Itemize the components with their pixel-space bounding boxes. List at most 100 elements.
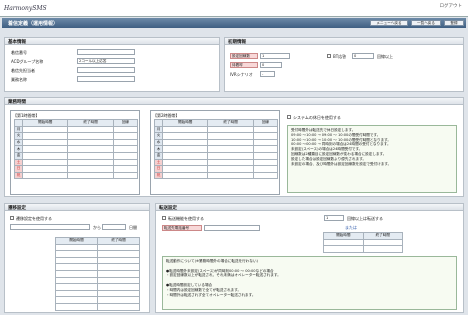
time-cell[interactable] — [207, 171, 254, 180]
forward-dest-input[interactable] — [204, 225, 260, 231]
time-cell[interactable] — [112, 145, 139, 153]
back-to-menu-button[interactable]: メニューへ戻る — [370, 20, 408, 26]
transfer-start-input[interactable] — [10, 224, 90, 230]
time-cell[interactable] — [21, 171, 69, 180]
time-cell[interactable] — [252, 171, 279, 180]
time-cell[interactable] — [55, 296, 98, 304]
time-cell[interactable] — [323, 245, 364, 253]
bt-checkbox[interactable] — [327, 54, 331, 58]
time-cell[interactable] — [55, 243, 98, 252]
time-cell[interactable] — [112, 132, 139, 140]
time-cell[interactable] — [55, 276, 98, 285]
time-cell[interactable] — [112, 138, 139, 147]
time-cell[interactable] — [97, 263, 140, 271]
time-cell[interactable] — [21, 125, 69, 134]
bt-input[interactable]: 0 — [352, 53, 374, 59]
time-cell[interactable] — [97, 296, 140, 304]
time-cell[interactable] — [252, 165, 279, 173]
time-cell[interactable] — [112, 158, 139, 167]
register-button[interactable]: 登録 — [444, 20, 464, 26]
time-cell[interactable] — [112, 171, 139, 180]
time-cell[interactable] — [67, 145, 114, 153]
time-cell[interactable] — [112, 125, 139, 134]
time-cell[interactable] — [67, 158, 114, 167]
time-cell[interactable] — [55, 283, 98, 291]
back-to-list-button[interactable]: 一覧へ戻る — [411, 20, 441, 26]
table-row: 水 — [14, 138, 139, 147]
time-cell[interactable] — [21, 138, 69, 147]
time-cell[interactable] — [207, 165, 254, 173]
time-cell[interactable] — [362, 238, 403, 247]
time-cell[interactable] — [161, 138, 209, 147]
time-cell[interactable] — [161, 132, 209, 140]
time-cell[interactable] — [97, 250, 140, 258]
threshold-input[interactable]: 1 — [260, 53, 290, 59]
time-cell[interactable] — [252, 158, 279, 167]
time-cell[interactable] — [67, 132, 114, 140]
time-cell[interactable] — [161, 165, 209, 173]
time-cell[interactable] — [161, 125, 209, 134]
time-cell[interactable] — [97, 243, 140, 252]
time-cell[interactable] — [67, 151, 114, 160]
system-holiday-checkbox[interactable] — [287, 115, 291, 119]
time-cell[interactable] — [112, 151, 139, 160]
phone-input[interactable] — [77, 49, 135, 55]
day-label: 金 — [154, 151, 163, 160]
time-cell[interactable] — [161, 171, 209, 180]
forward-checkbox[interactable] — [162, 216, 166, 220]
time-cell[interactable] — [21, 151, 69, 160]
time-cell[interactable] — [21, 165, 69, 173]
time-cell[interactable] — [21, 145, 69, 153]
time-cell[interactable] — [67, 171, 114, 180]
time-cell[interactable] — [112, 165, 139, 173]
acd-select[interactable]: 2コール以上応答 — [77, 58, 135, 64]
time-cell[interactable] — [67, 138, 114, 147]
time-cell[interactable] — [67, 125, 114, 134]
time-cell[interactable] — [21, 158, 69, 167]
time-cell[interactable] — [55, 250, 98, 258]
time-cell[interactable] — [161, 151, 209, 160]
table-row: 木 — [14, 145, 139, 153]
time-cell[interactable] — [207, 138, 254, 147]
transfer-checkbox[interactable] — [10, 216, 14, 220]
time-cell[interactable] — [55, 289, 98, 298]
time-cell[interactable] — [252, 151, 279, 160]
time-cell[interactable] — [252, 145, 279, 153]
time-cell[interactable] — [55, 263, 98, 271]
transfer-days-input[interactable] — [102, 224, 126, 230]
time-cell[interactable] — [55, 269, 98, 278]
time-cell[interactable] — [97, 256, 140, 265]
time-cell[interactable] — [161, 145, 209, 153]
waiting-input[interactable]: 0 — [260, 62, 282, 68]
time-cell[interactable] — [252, 138, 279, 147]
time-cell[interactable] — [207, 158, 254, 167]
time-cell[interactable] — [207, 145, 254, 153]
owner-input[interactable] — [77, 67, 135, 73]
time-cell[interactable] — [97, 276, 140, 285]
time-cell[interactable] — [21, 132, 69, 140]
time-cell[interactable] — [67, 165, 114, 173]
time-cell[interactable] — [97, 269, 140, 278]
time-cell[interactable] — [207, 125, 254, 134]
time-cell[interactable] — [97, 302, 140, 311]
time-cell[interactable] — [161, 158, 209, 167]
time-cell[interactable] — [207, 132, 254, 140]
time-cell[interactable] — [97, 283, 140, 291]
time-cell[interactable] — [252, 125, 279, 134]
time-cell[interactable] — [252, 132, 279, 140]
time-cell[interactable] — [55, 302, 98, 311]
ivr-select[interactable]: - — [260, 71, 275, 77]
time-cell[interactable] — [362, 245, 403, 253]
time-cell[interactable] — [97, 289, 140, 298]
schedule-set-b: 【第2時間帯】 開始時間 終了時間 回線 月火水木金土日祝 — [150, 110, 280, 195]
day-label: 水 — [154, 138, 163, 147]
time-cell[interactable] — [323, 238, 364, 247]
transfer-range-suffix: 日間 — [129, 225, 137, 230]
initial-info-panel: 初期情報 設定回線数 1 待着呼 0 IVRシナリオ - BT応答 0 回線以上 — [224, 37, 464, 92]
time-cell[interactable] — [207, 151, 254, 160]
business-input[interactable] — [77, 76, 135, 82]
logout-link[interactable]: ログアウト — [440, 3, 463, 9]
schedule-set-a: 【第1時間帯】 開始時間 終了時間 回線 月火水木金土日祝 — [10, 110, 140, 195]
time-cell[interactable] — [55, 256, 98, 265]
forward-count-input[interactable]: 1 — [324, 215, 344, 221]
